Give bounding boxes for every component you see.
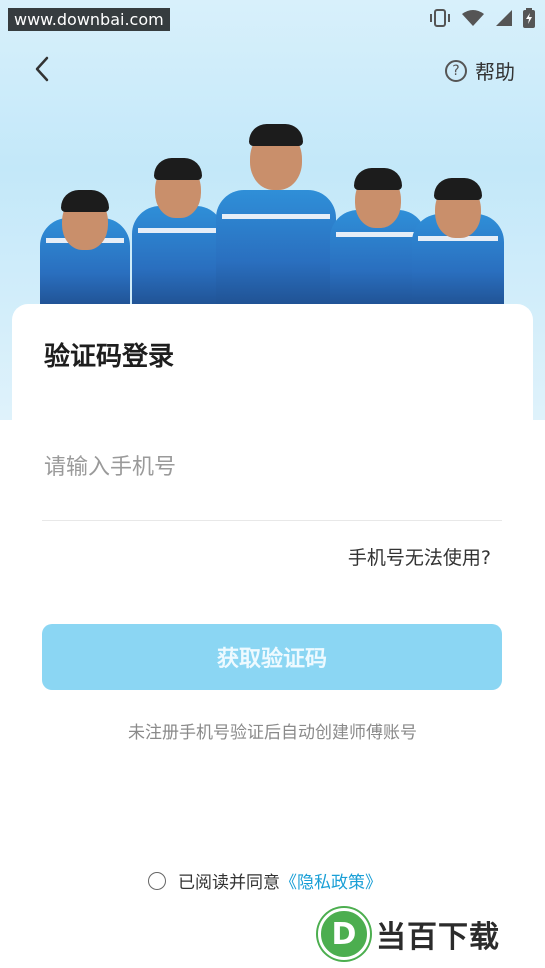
- help-circle-icon: ?: [445, 59, 467, 82]
- help-button[interactable]: ? 帮助: [445, 56, 515, 85]
- worker-figure: [216, 122, 336, 310]
- privacy-policy-link[interactable]: 《隐私政策》: [280, 873, 382, 893]
- signal-icon: [495, 9, 513, 31]
- phone-input[interactable]: [42, 440, 506, 494]
- status-bar: [429, 8, 535, 32]
- input-divider: [42, 520, 502, 521]
- brand-logo: D: [318, 908, 370, 960]
- watermark-top: www.downbai.com: [8, 8, 170, 31]
- back-arrow-icon: [35, 56, 49, 82]
- back-button[interactable]: [28, 54, 58, 84]
- battery-icon: [523, 8, 535, 32]
- register-hint: 未注册手机号验证后自动创建师傅账号: [128, 723, 417, 743]
- worker-figure: [412, 154, 504, 310]
- page-title: 验证码登录: [44, 342, 175, 372]
- agree-radio[interactable]: [148, 871, 166, 890]
- workers-illustration: [40, 120, 505, 310]
- vibrate-icon: [429, 9, 451, 31]
- phone-unavailable-link[interactable]: 手机号无法使用?: [348, 543, 491, 570]
- worker-figure: [132, 140, 224, 310]
- worker-figure: [40, 160, 130, 310]
- wifi-icon: [461, 9, 485, 31]
- agree-text: 已阅读并同意: [178, 873, 280, 893]
- help-label: 帮助: [475, 60, 515, 84]
- watermark-bottom: D 当百下载: [318, 908, 500, 960]
- privacy-agreement: 已阅读并同意《隐私政策》: [148, 868, 382, 893]
- brand-text: 当百下载: [376, 920, 500, 955]
- get-code-button[interactable]: 获取验证码: [42, 624, 502, 690]
